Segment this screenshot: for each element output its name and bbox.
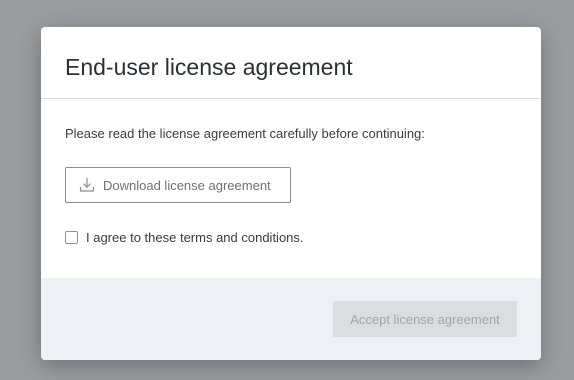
- license-dialog: End-user license agreement Please read t…: [41, 27, 541, 360]
- dialog-body: Please read the license agreement carefu…: [41, 99, 541, 277]
- agree-row: I agree to these terms and conditions.: [65, 230, 304, 245]
- agree-checkbox-label[interactable]: I agree to these terms and conditions.: [86, 230, 304, 245]
- dialog-header: End-user license agreement: [41, 27, 541, 99]
- agree-checkbox[interactable]: [65, 231, 78, 244]
- accept-license-button[interactable]: Accept license agreement: [333, 301, 517, 337]
- download-license-button[interactable]: Download license agreement: [65, 167, 291, 203]
- download-button-label: Download license agreement: [103, 177, 271, 193]
- dialog-title: End-user license agreement: [65, 54, 353, 80]
- instructions-text: Please read the license agreement carefu…: [65, 126, 425, 141]
- dialog-footer: Accept license agreement: [41, 278, 541, 360]
- download-icon: [79, 177, 95, 193]
